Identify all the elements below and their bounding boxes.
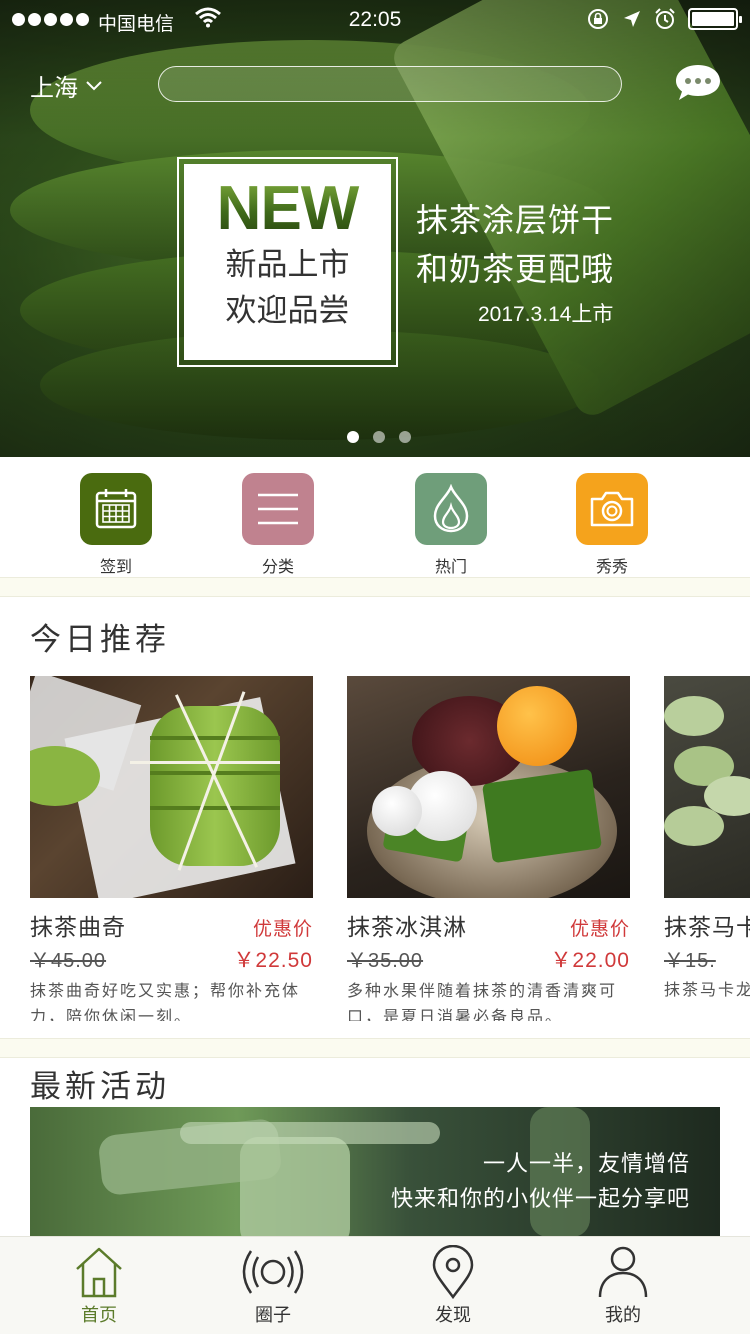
product-image — [347, 676, 630, 898]
product-card[interactable]: 抹茶冰淇淋 优惠价 ￥35.00 ￥22.00 多种水果伴随着抹茶的清香清爽可口… — [347, 676, 630, 1021]
section-divider — [0, 1038, 750, 1058]
tab-bar: 首页 圈子 发现 我的 — [0, 1236, 750, 1334]
location-pin-icon — [432, 1245, 474, 1299]
tab-circle[interactable]: 圈子 — [223, 1245, 323, 1327]
section-divider — [0, 577, 750, 597]
tab-mine[interactable]: 我的 — [573, 1245, 673, 1327]
badge-line: 新品上市 — [225, 247, 350, 283]
menu-icon — [242, 473, 314, 545]
user-icon — [598, 1246, 648, 1298]
badge-new-text: NEW — [184, 178, 391, 240]
tab-discover[interactable]: 发现 — [403, 1245, 503, 1327]
carousel-dot[interactable] — [347, 431, 359, 443]
status-bar: 中国电信 22:05 — [0, 0, 750, 40]
product-card[interactable]: 抹茶马卡龙 ￥15. 抹茶马卡龙，甜蜜丝 — [664, 676, 750, 1003]
original-price: ￥35.00 — [347, 950, 424, 972]
tab-label: 圈子 — [255, 1305, 291, 1326]
camera-icon — [576, 473, 648, 545]
battery-icon — [688, 8, 742, 30]
tab-label: 发现 — [435, 1305, 471, 1326]
quick-entry-label: 热门 — [434, 557, 467, 576]
activity-banner-line: 快来和你的小伙伴一起分享吧 — [390, 1187, 690, 1212]
quick-entry-bar: 签到 分类 热门 秀秀 — [0, 457, 750, 577]
product-name: 抹茶冰淇淋 — [347, 915, 467, 941]
banner-date: 2017.3.14上市 — [478, 303, 614, 326]
product-name: 抹茶马卡龙 — [664, 915, 750, 941]
sale-price: ￥22.50 — [233, 949, 313, 972]
tab-label: 首页 — [81, 1305, 117, 1326]
original-price: ￥15. — [664, 950, 716, 972]
rotation-lock-icon — [588, 9, 608, 29]
banner-photo-popsicle — [240, 1137, 350, 1237]
carousel-dot[interactable] — [373, 431, 385, 443]
quick-entry-label: 签到 — [99, 557, 132, 576]
message-icon[interactable] — [674, 62, 722, 102]
product-description: 多种水果伴随着抹茶的清香清爽可口，是夏日消暑必备良品。 — [347, 981, 618, 1021]
sale-price: ￥22.00 — [550, 949, 630, 972]
banner-caption-line: 和奶茶更配哦 — [416, 250, 615, 288]
quick-entry-category[interactable]: 分类 — [218, 473, 338, 577]
search-input[interactable] — [158, 66, 622, 102]
carousel-dots[interactable] — [347, 431, 411, 443]
tab-home[interactable]: 首页 — [49, 1245, 149, 1327]
original-price: ￥45.00 — [30, 950, 107, 972]
activity-banner-line: 一人一半，友情增倍 — [482, 1152, 690, 1177]
quick-entry-show[interactable]: 秀秀 — [552, 473, 672, 577]
city-label: 上海 — [30, 74, 78, 102]
product-name: 抹茶曲奇 — [30, 915, 126, 941]
activity-banner[interactable]: 一人一半，友情增倍 快来和你的小伙伴一起分享吧 — [30, 1107, 720, 1237]
promo-label: 优惠价 — [252, 918, 313, 940]
broadcast-icon — [242, 1250, 304, 1294]
calendar-icon — [80, 473, 152, 545]
flame-icon — [415, 473, 487, 545]
hero-banner[interactable]: 中国电信 22:05 上海 NEW 新品上市 欢迎品尝 抹茶涂层饼干 和奶茶更配… — [0, 0, 750, 457]
badge-line: 欢迎品尝 — [225, 293, 350, 329]
alarm-icon — [655, 8, 675, 29]
product-description: 抹茶马卡龙，甜蜜丝 — [664, 980, 750, 999]
quick-entry-hot[interactable]: 热门 — [391, 473, 511, 577]
city-selector[interactable]: 上海 — [30, 68, 102, 103]
quick-entry-label: 分类 — [261, 557, 294, 576]
tab-label: 我的 — [605, 1305, 641, 1326]
location-arrow-icon — [624, 11, 640, 27]
home-icon — [76, 1247, 122, 1298]
today-section-title: 今日推荐 — [30, 622, 170, 658]
banner-photo-stick — [180, 1122, 440, 1144]
banner-caption: 抹茶涂层饼干 和奶茶更配哦 2017.3.14上市 — [416, 196, 615, 326]
product-card[interactable]: 抹茶曲奇 优惠价 ￥45.00 ￥22.50 抹茶曲奇好吃又实惠；帮你补充体力，… — [30, 676, 313, 1021]
product-image — [30, 676, 313, 898]
recommend-carousel[interactable]: 抹茶曲奇 优惠价 ￥45.00 ￥22.50 抹茶曲奇好吃又实惠；帮你补充体力，… — [30, 676, 750, 1021]
activities-section-title: 最新活动 — [30, 1069, 170, 1105]
product-description: 抹茶曲奇好吃又实惠；帮你补充体力，陪你休闲一刻。 — [30, 981, 301, 1021]
activity-banner-text: 一人一半，友情增倍 快来和你的小伙伴一起分享吧 — [391, 1147, 690, 1217]
quick-entry-label: 秀秀 — [595, 557, 628, 576]
chevron-down-icon — [86, 80, 102, 90]
carousel-dot[interactable] — [399, 431, 411, 443]
new-product-badge: NEW 新品上市 欢迎品尝 — [177, 157, 398, 367]
promo-label: 优惠价 — [569, 918, 630, 940]
quick-entry-checkin[interactable]: 签到 — [56, 473, 176, 577]
product-image — [664, 676, 750, 898]
banner-caption-line: 抹茶涂层饼干 — [416, 201, 615, 239]
